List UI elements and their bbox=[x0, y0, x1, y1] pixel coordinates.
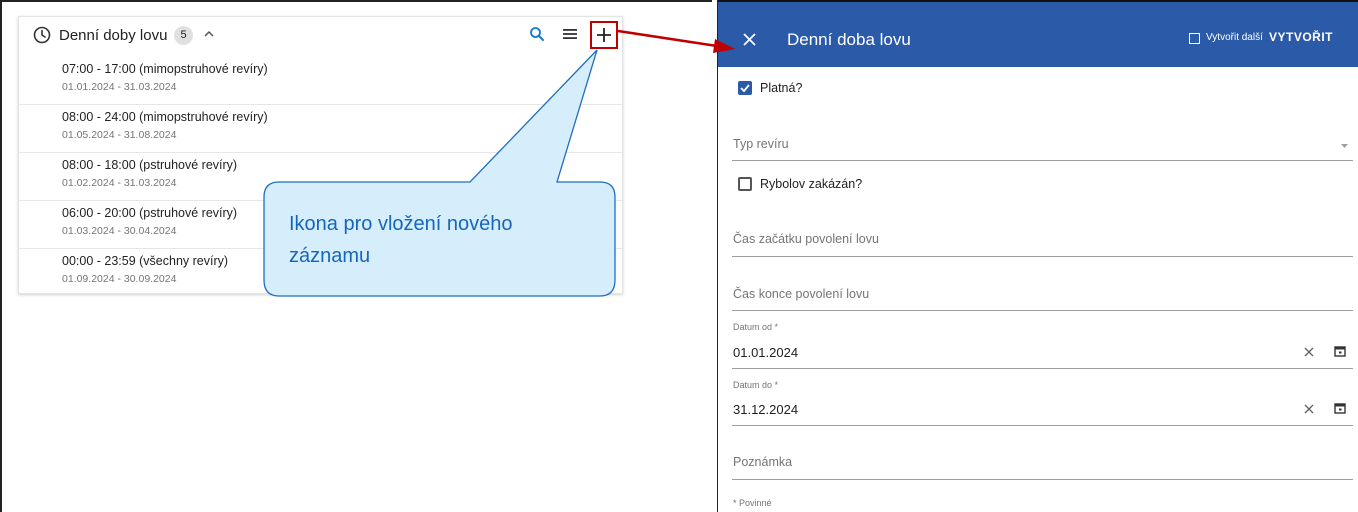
annotation-arrow bbox=[617, 29, 735, 53]
